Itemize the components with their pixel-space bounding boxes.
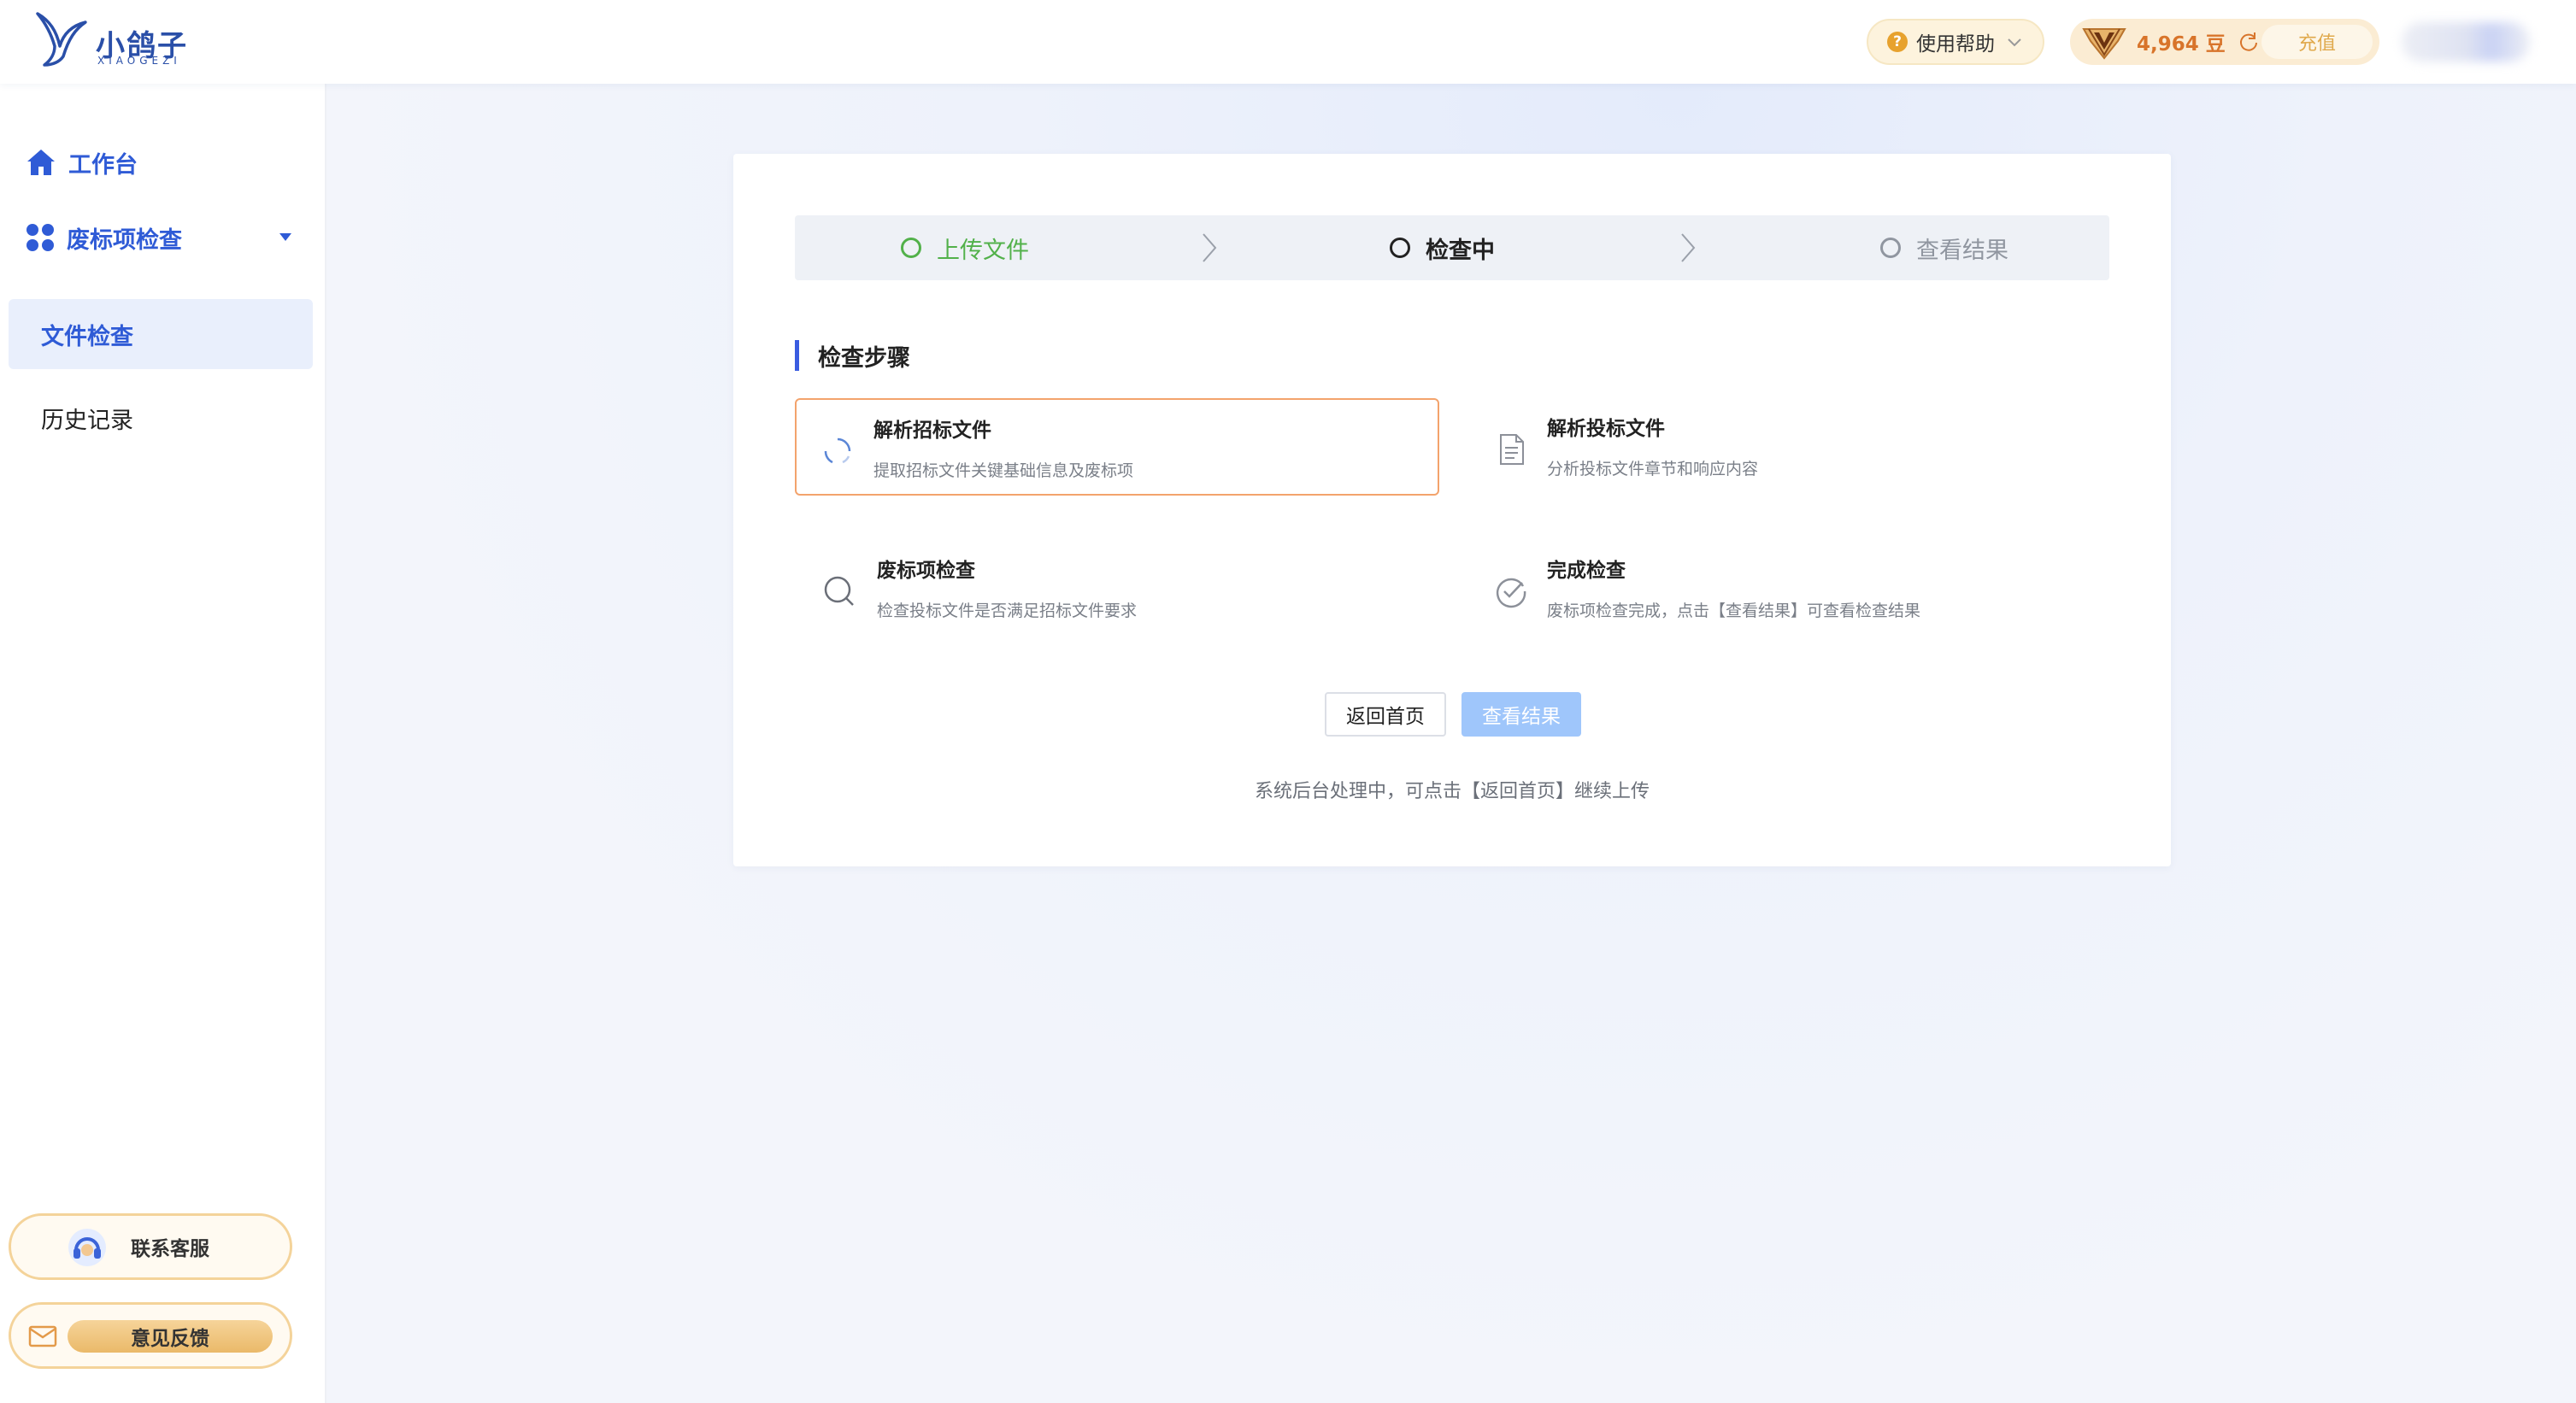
- view-result-button[interactable]: 查看结果: [1461, 692, 1581, 737]
- sidebar-item-file-check[interactable]: 文件检查: [9, 299, 313, 369]
- task-title: 废标项检查: [877, 560, 975, 582]
- step-label: 上传文件: [937, 237, 1029, 264]
- caret-down-icon: [279, 233, 291, 241]
- sidebar: 工作台 废标项检查 文件检查 历史记录 联系客服 意见反馈: [0, 84, 326, 1403]
- feedback-pill: 意见反馈: [68, 1320, 273, 1353]
- check-progress-card: 上传文件 检查中 查看结果 检查步骤 解析招标文件 提取招标文件关键基础信息及废…: [733, 154, 2171, 866]
- question-circle-icon: ?: [1887, 32, 1908, 52]
- headset-icon: [68, 1229, 106, 1266]
- logo-subtitle: XIAOGEZI: [97, 55, 181, 67]
- task-description: 提取招标文件关键基础信息及废标项: [873, 461, 1134, 480]
- sidebar-item-history[interactable]: 历史记录: [9, 383, 313, 453]
- user-avatar[interactable]: [2402, 22, 2530, 62]
- step-label: 查看结果: [1916, 237, 2008, 264]
- back-home-button[interactable]: 返回首页: [1325, 692, 1446, 737]
- feedback-label: 意见反馈: [131, 1328, 209, 1350]
- sidebar-item-label: 历史记录: [41, 407, 133, 434]
- document-icon: [1500, 434, 1524, 465]
- task-description: 检查投标文件是否满足招标文件要求: [877, 602, 1138, 620]
- mail-icon: [28, 1325, 57, 1347]
- balance-panel: 4,964 豆 充值: [2070, 19, 2379, 65]
- contact-support-button[interactable]: 联系客服: [9, 1213, 292, 1280]
- chevron-down-icon: [2008, 38, 2021, 47]
- refresh-icon[interactable]: [2238, 31, 2260, 53]
- task-title: 解析招标文件: [873, 420, 991, 442]
- task-complete: 完成检查 废标项检查完成，点击【查看结果】可查看检查结果: [1470, 540, 2114, 637]
- help-dropdown[interactable]: ? 使用帮助: [1867, 19, 2044, 65]
- home-icon: [27, 150, 55, 175]
- processing-note: 系统后台处理中，可点击【返回首页】继续上传: [1254, 781, 1650, 802]
- vip-diamond-icon: [2082, 28, 2126, 60]
- loading-spinner-icon: [824, 437, 851, 464]
- top-header: 小鸽子 XIAOGEZI ? 使用帮助 4,964 豆 充值: [0, 0, 2576, 84]
- apps-grid-icon: [26, 224, 54, 251]
- step-view-result: 查看结果: [1880, 215, 2008, 280]
- sidebar-item-label: 文件检查: [41, 323, 133, 350]
- nav-workbench-label: 工作台: [68, 151, 138, 179]
- search-icon: [824, 576, 854, 606]
- step-progress-bar: 上传文件 检查中 查看结果: [795, 215, 2109, 280]
- task-parse-bid: 解析投标文件 分析投标文件章节和响应内容: [1470, 398, 2114, 496]
- check-circle-icon: [1496, 578, 1526, 608]
- recharge-button[interactable]: 充值: [2261, 25, 2373, 59]
- chevron-right-icon: [1203, 233, 1217, 262]
- contact-support-label: 联系客服: [131, 1238, 209, 1260]
- step-todo-icon: [1880, 238, 1901, 258]
- step-checking: 检查中: [1390, 215, 1495, 280]
- task-title: 完成检查: [1547, 560, 1626, 582]
- feedback-button[interactable]: 意见反馈: [9, 1302, 292, 1369]
- nav-group-bid-check[interactable]: 废标项检查: [26, 212, 316, 263]
- task-title: 解析投标文件: [1547, 418, 1665, 440]
- task-description: 废标项检查完成，点击【查看结果】可查看检查结果: [1547, 602, 1921, 620]
- nav-workbench[interactable]: 工作台: [26, 137, 316, 188]
- task-description: 分析投标文件章节和响应内容: [1547, 460, 1759, 478]
- chevron-right-icon: [1681, 233, 1696, 262]
- task-bid-check: 废标项检查 检查投标文件是否满足招标文件要求: [795, 540, 1439, 637]
- app-logo[interactable]: 小鸽子 XIAOGEZI: [34, 9, 205, 73]
- bean-balance: 4,964 豆: [2137, 33, 2226, 56]
- step-upload: 上传文件: [901, 215, 1029, 280]
- pigeon-logo-icon: [36, 12, 87, 67]
- help-label: 使用帮助: [1916, 33, 1995, 56]
- task-parse-tender: 解析招标文件 提取招标文件关键基础信息及废标项: [795, 398, 1439, 496]
- step-current-icon: [1390, 238, 1410, 258]
- step-label: 检查中: [1426, 237, 1495, 264]
- step-done-icon: [901, 238, 921, 258]
- nav-group-label: 废标项检查: [67, 226, 182, 254]
- section-title: 检查步骤: [795, 340, 910, 372]
